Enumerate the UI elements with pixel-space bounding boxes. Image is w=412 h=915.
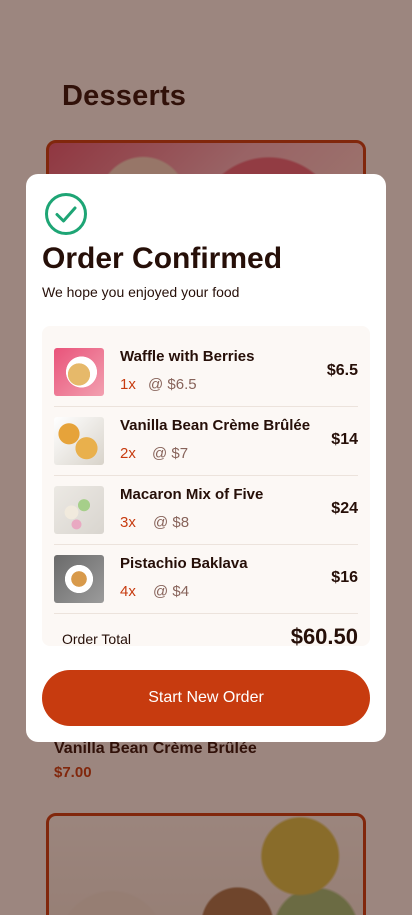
order-confirmed-modal: Order Confirmed We hope you enjoyed your…	[26, 174, 386, 742]
start-new-order-button[interactable]: Start New Order	[42, 670, 370, 726]
item-total: $16	[331, 569, 358, 586]
item-total: $14	[331, 431, 358, 448]
item-quantity: 3x	[120, 514, 136, 531]
item-name: Pistachio Baklava	[120, 555, 248, 572]
item-thumbnail	[54, 348, 104, 396]
item-thumbnail	[54, 555, 104, 603]
order-total-value: $60.50	[290, 624, 358, 646]
item-total: $24	[331, 500, 358, 517]
check-circle-icon	[45, 193, 87, 235]
item-unit-price: @ $6.5	[148, 376, 197, 393]
item-unit-price: @ $7	[152, 445, 189, 462]
item-thumbnail	[54, 417, 104, 465]
order-total-label: Order Total	[62, 631, 131, 646]
item-unit-price: @ $8	[153, 514, 190, 531]
modal-title: Order Confirmed	[42, 242, 283, 275]
order-item: Waffle with Berries 1x @ $6.5 $6.5	[54, 338, 358, 407]
order-item: Vanilla Bean Crème Brûlée 2x @ $7 $14	[54, 407, 358, 476]
item-quantity: 2x	[120, 445, 136, 462]
item-name: Vanilla Bean Crème Brûlée	[120, 417, 311, 434]
modal-subtitle: We hope you enjoyed your food	[42, 284, 240, 300]
order-summary: Waffle with Berries 1x @ $6.5 $6.5 Vanil…	[42, 326, 370, 646]
item-name: Macaron Mix of Five	[120, 486, 264, 503]
item-quantity: 4x	[120, 583, 136, 600]
item-thumbnail	[54, 486, 104, 534]
order-item: Macaron Mix of Five 3x @ $8 $24	[54, 476, 358, 545]
item-unit-price: @ $4	[153, 583, 190, 600]
item-quantity: 1x	[120, 376, 136, 393]
order-item: Pistachio Baklava 4x @ $4 $16	[54, 545, 358, 614]
item-total: $6.5	[326, 362, 358, 379]
item-name: Waffle with Berries	[120, 348, 255, 365]
